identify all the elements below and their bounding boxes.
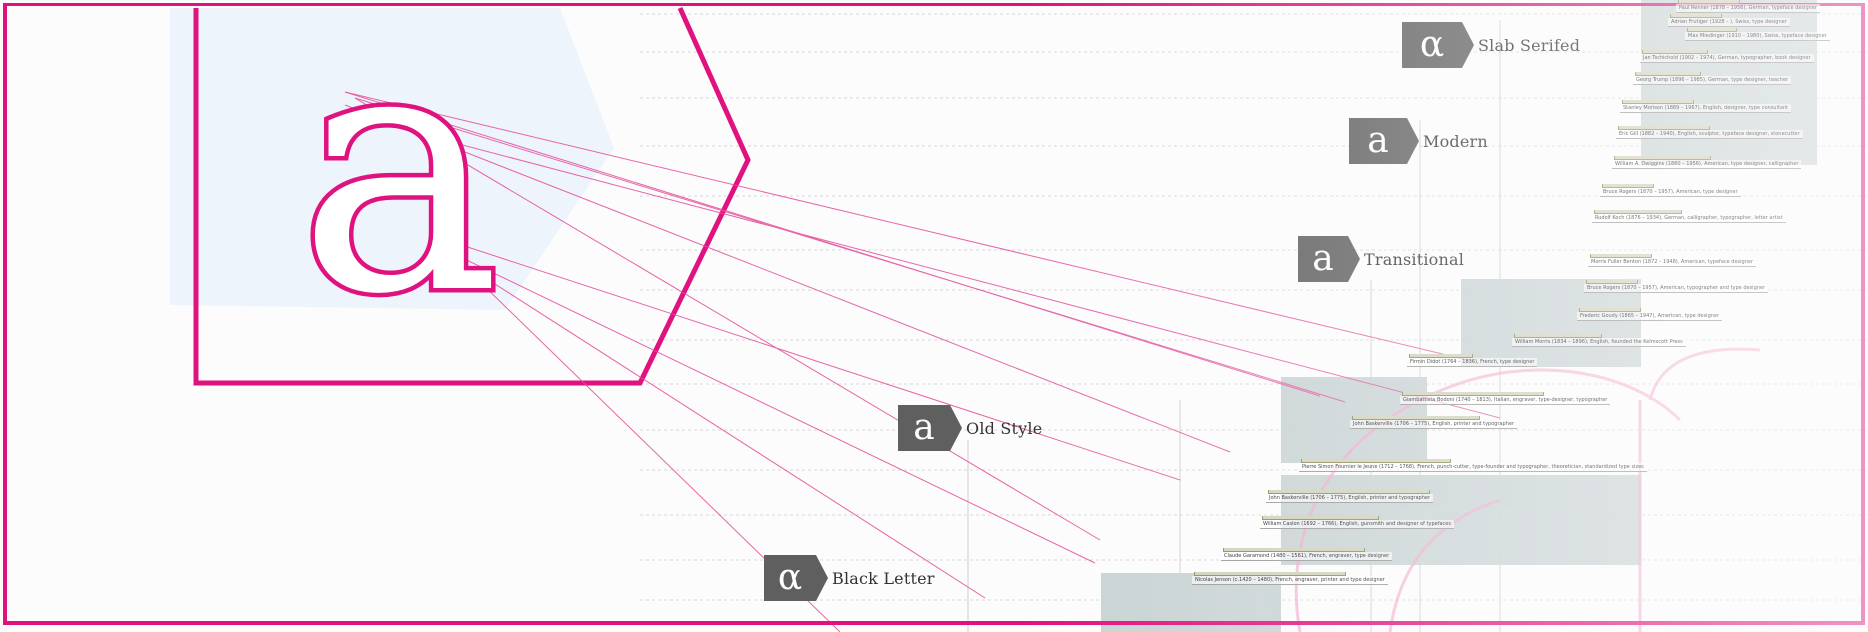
lifespan-bar <box>1642 50 1708 54</box>
timeline-entry-text: Paul Renner (1878 – 1956), German, typef… <box>1676 4 1820 13</box>
lifespan-bar <box>1602 184 1654 188</box>
category-old-style: a Old Style <box>898 405 1042 451</box>
lifespan-bar <box>1678 0 1740 4</box>
timeline-entry-text: John Baskerville (1706 – 1775), English,… <box>1266 494 1434 503</box>
timeline-entry-text: Rudolf Koch (1876 – 1934), German, calli… <box>1592 214 1786 223</box>
timeline-entry: Max Miedinger (1910 – 1980), Swiss, type… <box>1685 28 1830 41</box>
timeline-entry-text: Eric Gill (1882 – 1940), English, sculpt… <box>1616 130 1803 139</box>
transitional-glyph-badge: a <box>1298 236 1360 282</box>
timeline-entry-text: Georg Trump (1896 – 1985), German, type … <box>1633 76 1792 85</box>
timeline-entry-text: Bruce Rogers (1870 – 1957), American, ty… <box>1600 188 1741 197</box>
timeline-entry-text: Stanley Morison (1889 – 1967), English, … <box>1620 104 1792 113</box>
timeline-entry: Bruce Rogers (1870 – 1957), American, ty… <box>1600 184 1741 197</box>
category-label: Old Style <box>966 418 1043 438</box>
lifespan-bar <box>1614 156 1711 160</box>
timeline-entry: William A. Dwiggins (1880 – 1956), Ameri… <box>1612 156 1802 169</box>
lifespan-bar <box>1402 392 1544 396</box>
timeline-entry-text: Morris Fuller Benton (1872 – 1948), Amer… <box>1588 258 1757 267</box>
timeline-entry: Giambattista Bodoni (1740 – 1813), Itali… <box>1400 392 1611 405</box>
category-slab-serifed: α Slab Serifed <box>1402 22 1580 68</box>
lifespan-bar <box>1687 28 1737 32</box>
timeline-entry-text: William A. Dwiggins (1880 – 1956), Ameri… <box>1612 160 1802 169</box>
lifespan-bar <box>1514 334 1602 338</box>
timeline-entry-text: William Caslon (1692 – 1766), English, g… <box>1260 520 1454 529</box>
category-label: Transitional <box>1364 249 1465 269</box>
lifespan-bar <box>1262 516 1379 520</box>
timeline-entry: Rudolf Koch (1876 – 1934), German, calli… <box>1592 210 1786 223</box>
category-label: Slab Serifed <box>1478 35 1581 55</box>
timeline-entry-text: William Morris (1834 – 1896), English, f… <box>1512 338 1686 347</box>
timeline-entry: Firmin Didot (1764 – 1836), French, type… <box>1407 354 1538 367</box>
category-label: Modern <box>1423 131 1488 151</box>
timeline-entry-text: Frederic Goudy (1865 – 1947), American, … <box>1577 312 1723 321</box>
timeline-entry: John Baskerville (1706 – 1775), English,… <box>1350 416 1518 429</box>
timeline-entry: Adrian Frutiger (1928 – ), Swiss, type d… <box>1668 14 1790 27</box>
timeline-entry-text: Pierre Simon Fournier le Jeune (1712 – 1… <box>1299 463 1647 472</box>
category-transitional: a Transitional <box>1298 236 1464 282</box>
timeline-entry-text: Claude Garamond (1480 – 1561), French, e… <box>1221 552 1393 561</box>
timeline-entry: Frederic Goudy (1865 – 1947), American, … <box>1577 308 1723 321</box>
timeline-entry: Jan Tschichold (1902 – 1974), German, ty… <box>1640 50 1814 63</box>
timeline-entry: Nicolas Jenson (c.1420 – 1480), French, … <box>1192 572 1388 585</box>
timeline-entry-text: Firmin Didot (1764 – 1836), French, type… <box>1407 358 1538 367</box>
lifespan-bar <box>1586 280 1638 284</box>
timeline-entry-text: Bruce Rogers (1870 – 1957), American, ty… <box>1584 284 1769 293</box>
timeline-entry: Morris Fuller Benton (1872 – 1948), Amer… <box>1588 254 1757 267</box>
timeline-entry-text: Jan Tschichold (1902 – 1974), German, ty… <box>1640 54 1814 63</box>
timeline-entry-text: Adrian Frutiger (1928 – ), Swiss, type d… <box>1668 18 1790 27</box>
category-black-letter: α Black Letter <box>764 555 935 601</box>
lifespan-bar <box>1352 416 1480 420</box>
category-modern: a Modern <box>1349 118 1488 164</box>
oldstyle-glyph-badge: a <box>898 405 962 451</box>
lifespan-bar <box>1194 572 1346 576</box>
lifespan-bar <box>1635 72 1701 76</box>
lifespan-bar <box>1618 126 1710 130</box>
lifespan-bar <box>1590 254 1652 258</box>
lifespan-bar <box>1622 100 1694 104</box>
category-label: Black Letter <box>832 568 935 588</box>
timeline-entry: Eric Gill (1882 – 1940), English, sculpt… <box>1616 126 1803 139</box>
lifespan-bar <box>1409 354 1473 358</box>
lifespan-bar <box>1268 490 1430 494</box>
timeline-entry: Bruce Rogers (1870 – 1957), American, ty… <box>1584 280 1769 293</box>
timeline-entry: William Morris (1834 – 1896), English, f… <box>1512 334 1686 347</box>
timeline-entry: Paul Renner (1878 – 1956), German, typef… <box>1676 0 1820 13</box>
lifespan-bar <box>1594 210 1682 214</box>
timeline-entry-text: John Baskerville (1706 – 1775), English,… <box>1350 420 1518 429</box>
timeline-entry-text: Nicolas Jenson (c.1420 – 1480), French, … <box>1192 576 1388 585</box>
timeline-entry: Pierre Simon Fournier le Jeune (1712 – 1… <box>1299 459 1647 472</box>
timeline-entry: Claude Garamond (1480 – 1561), French, e… <box>1221 548 1393 561</box>
timeline-entry: Stanley Morison (1889 – 1967), English, … <box>1620 100 1792 113</box>
lifespan-bar <box>1301 459 1451 463</box>
typography-diagram: a Paul Renner (1878 – 1956), German, typ… <box>0 0 1868 632</box>
slab-glyph-badge: α <box>1402 22 1474 68</box>
blackletter-glyph-badge: α <box>764 555 828 601</box>
timeline-entry: John Baskerville (1706 – 1775), English,… <box>1266 490 1434 503</box>
timeline-entry-text: Max Miedinger (1910 – 1980), Swiss, type… <box>1685 32 1830 41</box>
lifespan-bar <box>1223 548 1365 552</box>
lifespan-bar <box>1579 308 1641 312</box>
modern-glyph-badge: a <box>1349 118 1419 164</box>
timeline-entry: William Caslon (1692 – 1766), English, g… <box>1260 516 1454 529</box>
lifespan-bar <box>1670 14 1722 18</box>
timeline-entry-text: Giambattista Bodoni (1740 – 1813), Itali… <box>1400 396 1611 405</box>
timeline-entry: Georg Trump (1896 – 1985), German, type … <box>1633 72 1792 85</box>
